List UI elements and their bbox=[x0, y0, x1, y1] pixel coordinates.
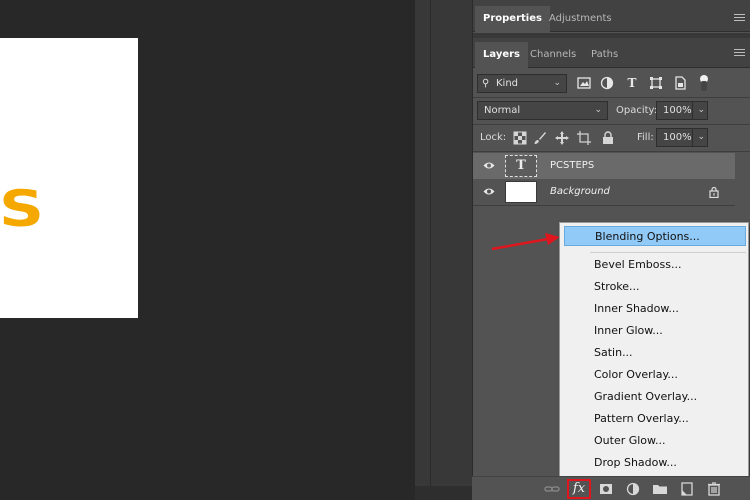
adjustment-layer-icon[interactable] bbox=[625, 481, 641, 497]
panel-menu-icon[interactable] bbox=[734, 14, 745, 21]
canvas-text-pcsteps: PS bbox=[0, 180, 46, 238]
lock-transparent-pixels-icon[interactable] bbox=[513, 131, 527, 145]
layer-row-background[interactable]: Background bbox=[473, 179, 735, 205]
layer-name: PCSTEPS bbox=[550, 160, 595, 171]
lock-label: Lock: bbox=[480, 132, 507, 143]
document-canvas[interactable]: PS bbox=[0, 38, 138, 318]
chevron-down-icon[interactable]: ⌄ bbox=[692, 102, 705, 119]
adjustment-filter-icon[interactable] bbox=[600, 76, 614, 90]
blend-mode-value: Normal bbox=[484, 105, 521, 116]
menu-item-stroke[interactable]: Stroke... bbox=[564, 277, 746, 297]
layers-panel-menu-icon[interactable] bbox=[734, 49, 745, 56]
tab-paths[interactable]: Paths bbox=[583, 42, 626, 68]
layers-bottom-bar: fx bbox=[472, 476, 750, 500]
menu-item-pattern-overlay[interactable]: Pattern Overlay... bbox=[564, 409, 746, 429]
menu-item-inner-glow[interactable]: Inner Glow... bbox=[564, 321, 746, 341]
panel-gutter bbox=[415, 0, 472, 500]
shape-filter-icon[interactable] bbox=[649, 76, 663, 90]
type-layer-icon: T bbox=[516, 158, 526, 173]
menu-item-satin[interactable]: Satin... bbox=[564, 343, 746, 363]
type-filter-icon[interactable]: T bbox=[625, 76, 639, 90]
divider bbox=[473, 124, 750, 125]
lock-icon bbox=[709, 186, 719, 198]
menu-item-blending-options[interactable]: Blending Options... bbox=[564, 226, 746, 246]
menu-item-bevel-emboss[interactable]: Bevel Emboss... bbox=[564, 255, 746, 275]
link-layers-icon[interactable] bbox=[544, 481, 560, 497]
menu-separator bbox=[590, 252, 746, 253]
opacity-label: Opacity: bbox=[616, 105, 658, 116]
trash-icon[interactable] bbox=[706, 481, 722, 497]
layer-row-pcsteps[interactable]: T PCSTEPS bbox=[473, 153, 735, 179]
search-icon: ⚲ bbox=[482, 78, 490, 89]
smart-object-filter-icon[interactable] bbox=[673, 76, 687, 90]
opacity-value: 100% bbox=[663, 105, 692, 116]
add-mask-icon[interactable] bbox=[598, 481, 614, 497]
chevron-down-icon[interactable]: ⌄ bbox=[692, 129, 705, 146]
eye-icon[interactable] bbox=[483, 187, 495, 196]
tab-channels[interactable]: Channels bbox=[522, 42, 584, 68]
gutter-bottom bbox=[415, 486, 472, 500]
layer-name: Background bbox=[550, 186, 610, 197]
eye-icon[interactable] bbox=[483, 161, 495, 170]
menu-item-outer-glow[interactable]: Outer Glow... bbox=[564, 431, 746, 451]
blend-mode-dropdown[interactable]: Normal ⌄ bbox=[477, 101, 608, 120]
filter-toggle-switch[interactable] bbox=[699, 75, 708, 93]
fill-label: Fill: bbox=[637, 132, 654, 143]
text-layer-thumbnail: T bbox=[505, 155, 537, 177]
lock-artboard-icon[interactable] bbox=[577, 131, 591, 145]
chevron-down-icon: ⌄ bbox=[594, 105, 602, 115]
properties-tabbar: Properties Adjustments bbox=[473, 0, 750, 32]
fx-context-menu: Blending Options... Bevel Emboss... Stro… bbox=[559, 222, 749, 478]
filter-kind-label: Kind bbox=[496, 78, 519, 89]
layers-tabbar: Layers Channels Paths bbox=[473, 38, 750, 68]
fill-value: 100% bbox=[663, 132, 692, 143]
divider bbox=[473, 97, 750, 98]
folder-icon[interactable] bbox=[652, 481, 668, 497]
fx-button[interactable]: fx bbox=[567, 479, 591, 499]
pixel-filter-icon[interactable] bbox=[577, 76, 591, 90]
filter-row: ⚲ Kind ⌄ T bbox=[473, 72, 750, 96]
blend-row: Normal ⌄ Opacity: 100% ⌄ bbox=[473, 99, 750, 123]
annotation-arrow bbox=[491, 233, 560, 251]
menu-item-inner-shadow[interactable]: Inner Shadow... bbox=[564, 299, 746, 319]
chevron-down-icon: ⌄ bbox=[553, 78, 561, 88]
divider bbox=[473, 151, 750, 152]
tab-adjustments[interactable]: Adjustments bbox=[541, 6, 620, 32]
fill-input[interactable]: 100% ⌄ bbox=[656, 128, 708, 147]
menu-item-gradient-overlay[interactable]: Gradient Overlay... bbox=[564, 387, 746, 407]
menu-item-color-overlay[interactable]: Color Overlay... bbox=[564, 365, 746, 385]
opacity-input[interactable]: 100% ⌄ bbox=[656, 101, 708, 120]
lock-all-icon[interactable] bbox=[601, 131, 615, 145]
tab-properties[interactable]: Properties bbox=[475, 6, 550, 32]
new-layer-icon[interactable] bbox=[679, 481, 695, 497]
tab-layers[interactable]: Layers bbox=[475, 42, 528, 68]
lock-position-icon[interactable] bbox=[555, 131, 569, 145]
lock-image-pixels-icon[interactable] bbox=[533, 131, 547, 145]
menu-item-drop-shadow[interactable]: Drop Shadow... bbox=[564, 453, 746, 473]
background-layer-thumbnail bbox=[505, 181, 537, 203]
filter-kind-dropdown[interactable]: ⚲ Kind ⌄ bbox=[477, 74, 567, 93]
divider bbox=[473, 205, 735, 206]
canvas-area[interactable]: PS bbox=[0, 0, 415, 500]
lock-row: Lock: Fill: 100% ⌄ bbox=[473, 126, 750, 150]
gutter-divider bbox=[430, 0, 431, 500]
